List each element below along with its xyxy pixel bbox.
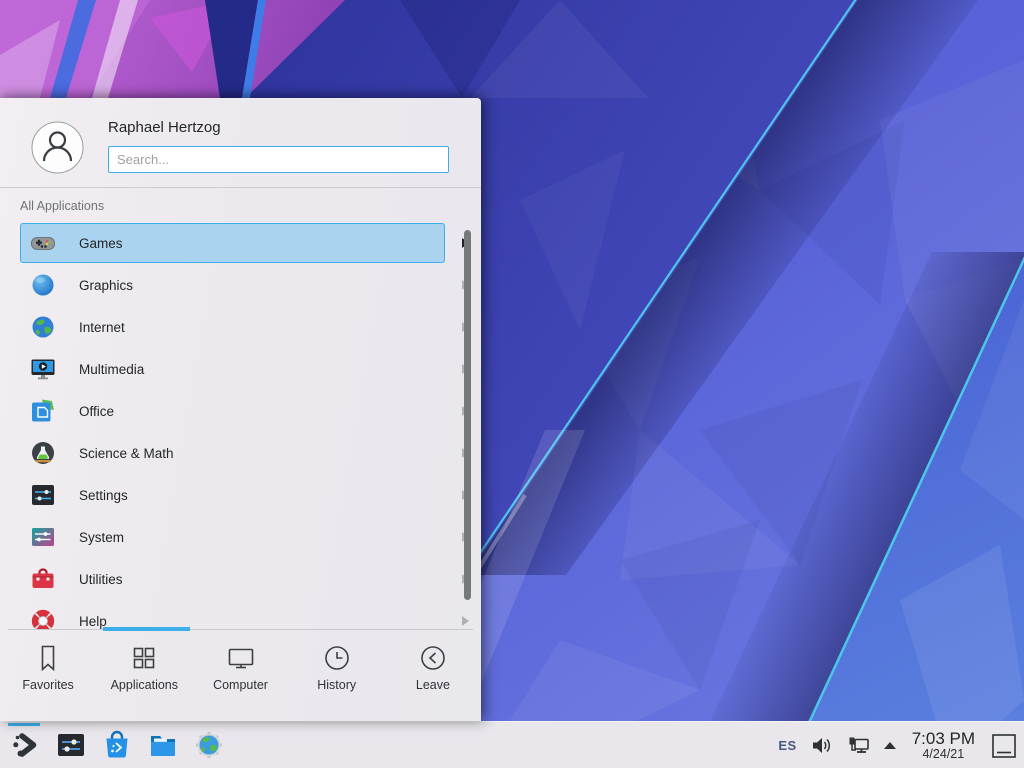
clock-icon — [322, 643, 352, 673]
category-label: Games — [79, 236, 123, 251]
bookmark-icon — [33, 643, 63, 673]
category-label: Science & Math — [79, 446, 174, 461]
office-icon — [30, 398, 56, 424]
file-manager-launcher[interactable] — [146, 729, 179, 762]
submenu-arrow-icon — [462, 616, 469, 626]
help-icon — [30, 608, 56, 629]
utilities-icon — [30, 566, 56, 592]
tab-applications[interactable]: Applications — [96, 629, 192, 721]
internet-icon — [30, 314, 56, 340]
desktop: ES 7:03 PM 4/24/21 — [0, 0, 1024, 768]
category-label: Utilities — [79, 572, 123, 587]
tray-expander-icon[interactable] — [883, 741, 897, 750]
category-utilities[interactable]: Utilities — [0, 558, 481, 600]
discover-launcher[interactable] — [100, 729, 133, 762]
user-name: Raphael Hertzog — [108, 119, 221, 136]
category-label: Graphics — [79, 278, 133, 293]
header-divider — [0, 187, 481, 188]
taskbar-launchers — [0, 729, 225, 762]
kde-kickoff-icon — [9, 729, 41, 761]
taskbar-panel: ES 7:03 PM 4/24/21 — [0, 721, 1024, 768]
tab-leave[interactable]: Leave — [385, 629, 481, 721]
menu-footer: Favorites Applications — [0, 629, 481, 721]
active-tab-indicator — [103, 627, 190, 631]
settings-icon — [30, 482, 56, 508]
category-list: Games Graphics — [0, 222, 481, 629]
category-science-math[interactable]: Science & Math — [0, 432, 481, 474]
digital-clock[interactable]: 7:03 PM 4/24/21 — [910, 730, 977, 761]
category-office[interactable]: Office — [0, 390, 481, 432]
discover-store-icon — [101, 729, 133, 761]
application-launcher-menu: Raphael Hertzog All Applications Games — [0, 98, 481, 721]
multimedia-icon — [30, 356, 56, 382]
tab-history[interactable]: History — [289, 629, 385, 721]
active-task-indicator — [8, 723, 40, 726]
show-desktop-button[interactable] — [990, 732, 1018, 760]
menu-header: Raphael Hertzog — [0, 98, 481, 187]
tab-favorites[interactable]: Favorites — [0, 629, 96, 721]
category-graphics[interactable]: Graphics — [0, 264, 481, 306]
footer-divider — [8, 629, 473, 630]
menu-scrollbar[interactable] — [464, 230, 471, 600]
category-label: Settings — [79, 488, 128, 503]
folder-icon — [147, 729, 179, 761]
clock-date: 4/24/21 — [912, 748, 975, 761]
category-label: Office — [79, 404, 114, 419]
leave-back-icon — [418, 643, 448, 673]
clock-time: 7:03 PM — [912, 730, 975, 748]
web-browser-launcher[interactable] — [192, 729, 225, 762]
category-label: Internet — [79, 320, 125, 335]
section-label: All Applications — [20, 199, 104, 213]
footer-tabs: Favorites Applications — [0, 629, 481, 721]
system-settings-icon — [55, 729, 87, 761]
games-icon — [30, 230, 56, 256]
system-tray: ES 7:03 PM 4/24/21 — [778, 722, 1018, 768]
grid-icon — [129, 643, 159, 673]
computer-icon — [226, 643, 256, 673]
tab-computer[interactable]: Computer — [192, 629, 288, 721]
science-icon — [30, 440, 56, 466]
category-multimedia[interactable]: Multimedia — [0, 348, 481, 390]
application-launcher-button[interactable] — [8, 729, 41, 762]
search-input[interactable] — [108, 146, 449, 173]
graphics-icon — [30, 272, 56, 298]
user-avatar[interactable] — [31, 121, 84, 174]
category-system[interactable]: System — [0, 516, 481, 558]
keyboard-layout-indicator[interactable]: ES — [778, 738, 796, 753]
category-internet[interactable]: Internet — [0, 306, 481, 348]
category-label: System — [79, 530, 124, 545]
category-label: Multimedia — [79, 362, 144, 377]
category-games[interactable]: Games — [0, 222, 481, 264]
category-settings[interactable]: Settings — [0, 474, 481, 516]
category-help[interactable]: Help — [0, 600, 481, 629]
network-icon[interactable] — [846, 734, 870, 757]
system-settings-launcher[interactable] — [54, 729, 87, 762]
system-icon — [30, 524, 56, 550]
volume-icon[interactable] — [810, 734, 833, 757]
browser-globe-icon — [193, 729, 225, 761]
